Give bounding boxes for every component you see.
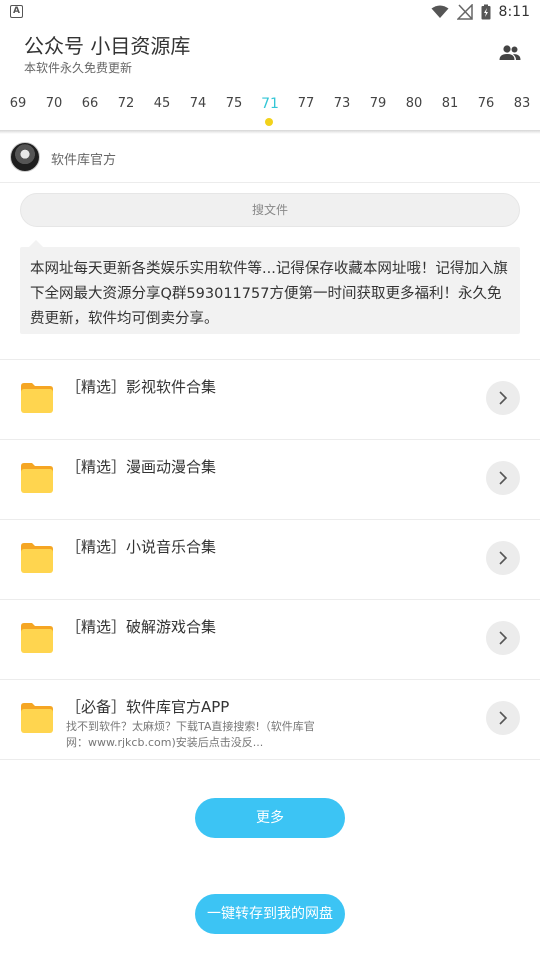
- open-folder-button[interactable]: [486, 621, 520, 655]
- item-title: ［精选］小说音乐合集: [66, 538, 217, 556]
- list-item[interactable]: ［精选］影视软件合集: [0, 360, 540, 440]
- divider: [0, 182, 540, 183]
- notice-text: 本网址每天更新各类娱乐实用软件等...记得保存收藏本网址哦！记得加入旗下全网最大…: [20, 247, 520, 334]
- chevron-right-icon: [499, 711, 508, 725]
- list-item[interactable]: ［必备］软件库官方APP 找不到软件？太麻烦？下载TA直接搜索!（软件库官网：ww…: [0, 680, 540, 760]
- status-bar: A 8:11: [0, 0, 540, 24]
- tab-83[interactable]: 83: [507, 96, 537, 111]
- no-signal-icon: [456, 4, 473, 20]
- item-description: 找不到软件？太麻烦？下载TA直接搜索!（软件库官网：www.rjkcb.com)…: [66, 720, 315, 749]
- avatar[interactable]: [10, 142, 40, 172]
- page-subtitle: 本软件永久免费更新: [24, 61, 133, 75]
- tab-71[interactable]: 71: [255, 96, 285, 112]
- tab-72[interactable]: 72: [111, 96, 141, 111]
- chevron-right-icon: [499, 551, 508, 565]
- tab-77[interactable]: 77: [291, 96, 321, 111]
- more-button[interactable]: 更多: [195, 798, 345, 838]
- search-input[interactable]: 搜文件: [20, 193, 520, 227]
- folder-icon: [21, 623, 53, 653]
- list-item[interactable]: ［精选］漫画动漫合集: [0, 440, 540, 520]
- divider: [0, 759, 540, 760]
- wifi-icon: [431, 5, 449, 18]
- tab-66[interactable]: 66: [75, 96, 105, 111]
- tab-70[interactable]: 70: [39, 96, 69, 111]
- item-title: ［精选］影视软件合集: [66, 378, 217, 396]
- tab-75[interactable]: 75: [219, 96, 249, 111]
- page-title: 公众号 小目资源库: [24, 34, 191, 58]
- people-icon[interactable]: [498, 41, 522, 65]
- chevron-right-icon: [499, 471, 508, 485]
- battery-icon: [481, 4, 491, 20]
- tab-80[interactable]: 80: [399, 96, 429, 111]
- tab-69[interactable]: 69: [3, 96, 33, 111]
- chevron-right-icon: [499, 391, 508, 405]
- open-folder-button[interactable]: [486, 701, 520, 735]
- open-folder-button[interactable]: [486, 381, 520, 415]
- tab-73[interactable]: 73: [327, 96, 357, 111]
- tab-45[interactable]: 45: [147, 96, 177, 111]
- app-header: 公众号 小目资源库 本软件永久免费更新: [0, 24, 540, 86]
- tabs-shadow: [0, 130, 540, 134]
- list-item[interactable]: ［精选］破解游戏合集: [0, 600, 540, 680]
- open-folder-button[interactable]: [486, 461, 520, 495]
- save-to-drive-button[interactable]: 一键转存到我的网盘: [195, 894, 345, 934]
- tab-76[interactable]: 76: [471, 96, 501, 111]
- folder-icon: [21, 383, 53, 413]
- status-icons: 8:11: [431, 3, 530, 21]
- chevron-right-icon: [499, 631, 508, 645]
- folder-icon: [21, 463, 53, 493]
- folder-icon: [21, 543, 53, 573]
- tab-79[interactable]: 79: [363, 96, 393, 111]
- active-tab-indicator: [265, 118, 273, 126]
- item-title: ［精选］破解游戏合集: [66, 618, 217, 636]
- folder-icon: [21, 703, 53, 733]
- notification-a-icon: A: [10, 5, 23, 18]
- item-title: ［必备］软件库官方APP: [66, 698, 230, 716]
- status-time: 8:11: [498, 4, 530, 20]
- list-item[interactable]: ［精选］小说音乐合集: [0, 520, 540, 600]
- author-row[interactable]: 软件库官方: [0, 140, 540, 182]
- author-name[interactable]: 软件库官方: [51, 149, 116, 168]
- tab-74[interactable]: 74: [183, 96, 213, 111]
- item-title: ［精选］漫画动漫合集: [66, 458, 217, 476]
- open-folder-button[interactable]: [486, 541, 520, 575]
- tab-81[interactable]: 81: [435, 96, 465, 111]
